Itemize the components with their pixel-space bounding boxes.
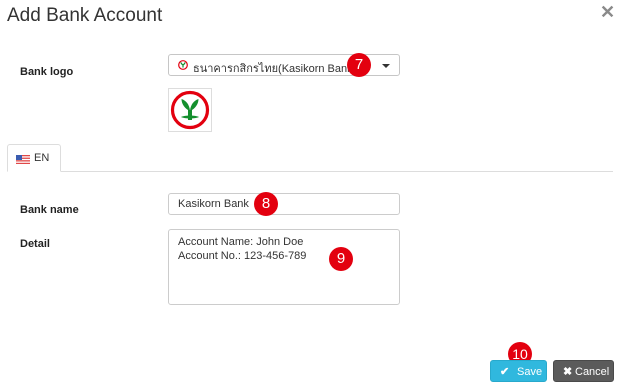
modal-title: Add Bank Account — [7, 5, 163, 26]
bank-name-label: Bank name — [20, 204, 79, 216]
bank-name-input[interactable]: Kasikorn Bank — [168, 193, 400, 215]
save-button-label: Save — [517, 366, 543, 378]
close-icon[interactable]: ✕ — [600, 2, 615, 23]
step-badge-9: 9 — [329, 247, 353, 271]
us-flag-icon — [16, 155, 30, 164]
step-badge-8: 8 — [254, 192, 278, 216]
tab-bar-divider — [7, 171, 613, 172]
check-icon: ✔ — [500, 366, 510, 378]
kasikorn-bank-logo — [170, 90, 210, 130]
tab-en-label: EN — [34, 152, 50, 164]
detail-label: Detail — [20, 238, 50, 250]
kasikorn-bank-icon — [178, 60, 188, 70]
bank-logo-preview — [168, 88, 212, 132]
cancel-button-label: Cancel — [575, 366, 610, 378]
chevron-down-icon — [382, 64, 390, 68]
bank-logo-select-value: ธนาคารกสิกรไทย(Kasikorn Bank) — [193, 63, 357, 75]
step-badge-7: 7 — [347, 53, 371, 77]
close-icon: ✖ — [563, 366, 573, 378]
detail-textarea[interactable]: Account Name: John Doe Account No.: 123-… — [168, 229, 400, 305]
cancel-button[interactable]: ✖ Cancel — [553, 360, 614, 382]
bank-logo-label: Bank logo — [20, 66, 74, 78]
tab-en[interactable]: EN — [7, 144, 61, 172]
save-button[interactable]: ✔ Save — [490, 360, 547, 382]
